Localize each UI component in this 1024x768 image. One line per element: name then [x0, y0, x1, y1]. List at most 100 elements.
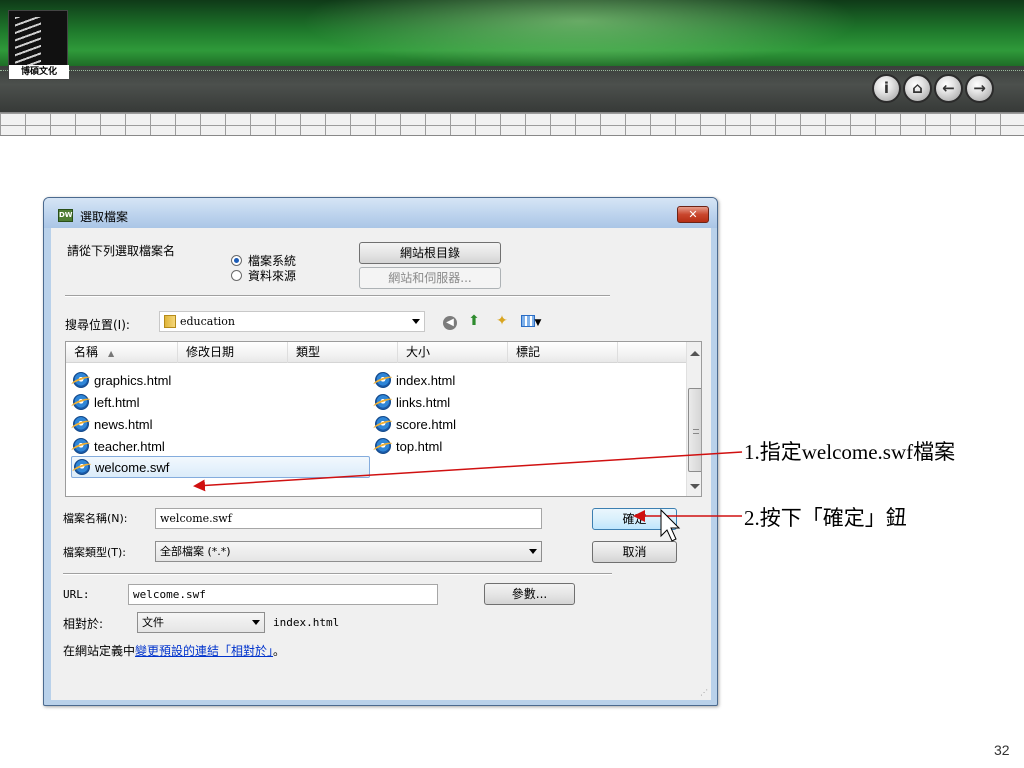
file-name: graphics.html: [94, 372, 172, 388]
change-default-link[interactable]: 變更預設的連結「相對於」: [135, 644, 273, 658]
relative-to-value: 文件: [142, 616, 164, 629]
list-item[interactable]: index.html: [375, 369, 455, 391]
forward-icon[interactable]: →: [965, 74, 994, 103]
info-icon[interactable]: i: [872, 74, 901, 103]
html-file-icon: [73, 416, 89, 432]
logo-mark-icon: [15, 17, 41, 65]
back-icon[interactable]: ←: [934, 74, 963, 103]
decorative-ruler: [0, 112, 1024, 136]
scroll-down-icon[interactable]: [690, 484, 700, 489]
select-from-label: 請從下列選取檔案名: [67, 244, 176, 258]
filename-label: 檔案名稱(N):: [63, 512, 128, 525]
file-name: teacher.html: [94, 438, 165, 454]
resize-grip-icon[interactable]: ⋰: [700, 688, 708, 697]
cancel-button[interactable]: 取消: [592, 541, 677, 563]
html-file-icon: [73, 394, 89, 410]
file-name: welcome.swf: [95, 459, 170, 475]
view-menu-icon[interactable]: ▼: [517, 313, 545, 329]
html-file-icon: [73, 372, 89, 388]
swf-file-icon: [74, 459, 90, 475]
chevron-down-icon: [529, 549, 537, 554]
file-name: news.html: [94, 416, 153, 432]
parameters-button[interactable]: 參數...: [484, 583, 575, 605]
new-folder-icon[interactable]: ✦: [493, 313, 511, 329]
grip-icon: [693, 429, 699, 434]
html-file-icon: [73, 438, 89, 454]
vertical-scrollbar[interactable]: [686, 342, 701, 496]
filetype-select[interactable]: 全部檔案 (*.*): [155, 541, 542, 562]
file-list-view: 名稱 ▲ 修改日期 類型 大小 標記 graphics.html left.ht…: [65, 341, 702, 497]
dialog-client-area: 請從下列選取檔案名 檔案系統 資料來源 網站根目錄 網站和伺服器... 搜尋位置…: [51, 228, 711, 700]
sort-ascending-icon: ▲: [108, 349, 115, 358]
html-file-icon: [375, 438, 391, 454]
list-item[interactable]: teacher.html: [73, 435, 165, 457]
site-definition-note: 在網站定義中變更預設的連結「相對於」。: [63, 642, 285, 659]
filetype-label: 檔案類型(T):: [63, 546, 127, 559]
up-folder-icon[interactable]: ⬆: [465, 313, 483, 329]
folder-icon: [164, 315, 176, 328]
banner-band: [0, 66, 1024, 112]
note-suffix: 。: [273, 644, 286, 658]
select-file-dialog: DW 選取檔案 ✕ 請從下列選取檔案名 檔案系統 資料來源 網站根目錄 網站和伺…: [43, 197, 718, 706]
list-item[interactable]: top.html: [375, 435, 442, 457]
file-name: score.html: [396, 416, 456, 432]
column-size[interactable]: 大小: [398, 342, 508, 363]
column-headers: 名稱 ▲ 修改日期 類型 大小 標記: [66, 342, 686, 363]
separator-top: [65, 295, 610, 297]
chevron-down-icon: [412, 319, 420, 324]
radio-file-system[interactable]: [231, 255, 242, 266]
banner-dotted-line: [0, 70, 1024, 71]
look-in-label: 搜尋位置(I):: [65, 318, 130, 332]
column-type[interactable]: 類型: [288, 342, 398, 363]
column-modified[interactable]: 修改日期: [178, 342, 288, 363]
site-server-button[interactable]: 網站和伺服器...: [359, 267, 501, 289]
file-name: index.html: [396, 372, 456, 388]
list-item[interactable]: score.html: [375, 413, 456, 435]
dialog-titlebar[interactable]: DW 選取檔案 ✕: [44, 198, 717, 228]
dreamweaver-app-icon: DW: [58, 209, 73, 222]
html-file-icon: [375, 372, 391, 388]
filetype-value: 全部檔案 (*.*): [160, 545, 231, 558]
html-file-icon: [375, 394, 391, 410]
close-button[interactable]: ✕: [677, 206, 709, 223]
list-item[interactable]: graphics.html: [73, 369, 171, 391]
column-name[interactable]: 名稱 ▲: [66, 342, 178, 363]
slide-banner: 博碩文化 i ⌂ ← →: [0, 0, 1024, 112]
file-name: links.html: [396, 394, 451, 410]
list-item-selected[interactable]: welcome.swf: [71, 456, 370, 478]
list-item[interactable]: left.html: [73, 391, 140, 413]
url-label: URL:: [63, 588, 90, 601]
scrollbar-thumb[interactable]: [688, 388, 701, 472]
html-file-icon: [375, 416, 391, 432]
column-tags[interactable]: 標記: [508, 342, 618, 363]
relative-to-label: 相對於:: [63, 617, 104, 631]
radio-data-source[interactable]: [231, 270, 242, 281]
banner-glow: [300, 0, 860, 70]
file-name: left.html: [94, 394, 140, 410]
column-name-label: 名稱: [74, 345, 99, 359]
dialog-title: 選取檔案: [80, 210, 129, 224]
annotation-step2: 2.按下「確定」鈕: [744, 506, 907, 530]
home-icon[interactable]: ⌂: [903, 74, 932, 103]
relative-to-select[interactable]: 文件: [137, 612, 265, 633]
list-item[interactable]: links.html: [375, 391, 450, 413]
slide-nav-buttons: i ⌂ ← →: [872, 74, 994, 104]
back-icon[interactable]: ◀: [441, 313, 459, 330]
filename-input[interactable]: welcome.swf: [155, 508, 542, 529]
separator-bottom: [63, 573, 612, 575]
scroll-up-icon[interactable]: [690, 351, 700, 356]
annotation-step1: 1.指定welcome.swf檔案: [744, 440, 956, 464]
site-root-button[interactable]: 網站根目錄: [359, 242, 501, 264]
page-number: 32: [994, 742, 1010, 758]
url-input[interactable]: welcome.swf: [128, 584, 438, 605]
ok-button[interactable]: 確定: [592, 508, 677, 530]
relative-path-text: index.html: [273, 616, 340, 629]
chevron-down-icon: [252, 620, 260, 625]
note-prefix: 在網站定義中: [63, 644, 136, 658]
look-in-combobox[interactable]: education: [159, 311, 425, 332]
list-item[interactable]: news.html: [73, 413, 153, 435]
file-name: top.html: [396, 438, 443, 454]
publisher-logo: 博碩文化: [8, 10, 69, 80]
look-in-value: education: [180, 315, 235, 328]
logo-text: 博碩文化: [9, 65, 69, 79]
